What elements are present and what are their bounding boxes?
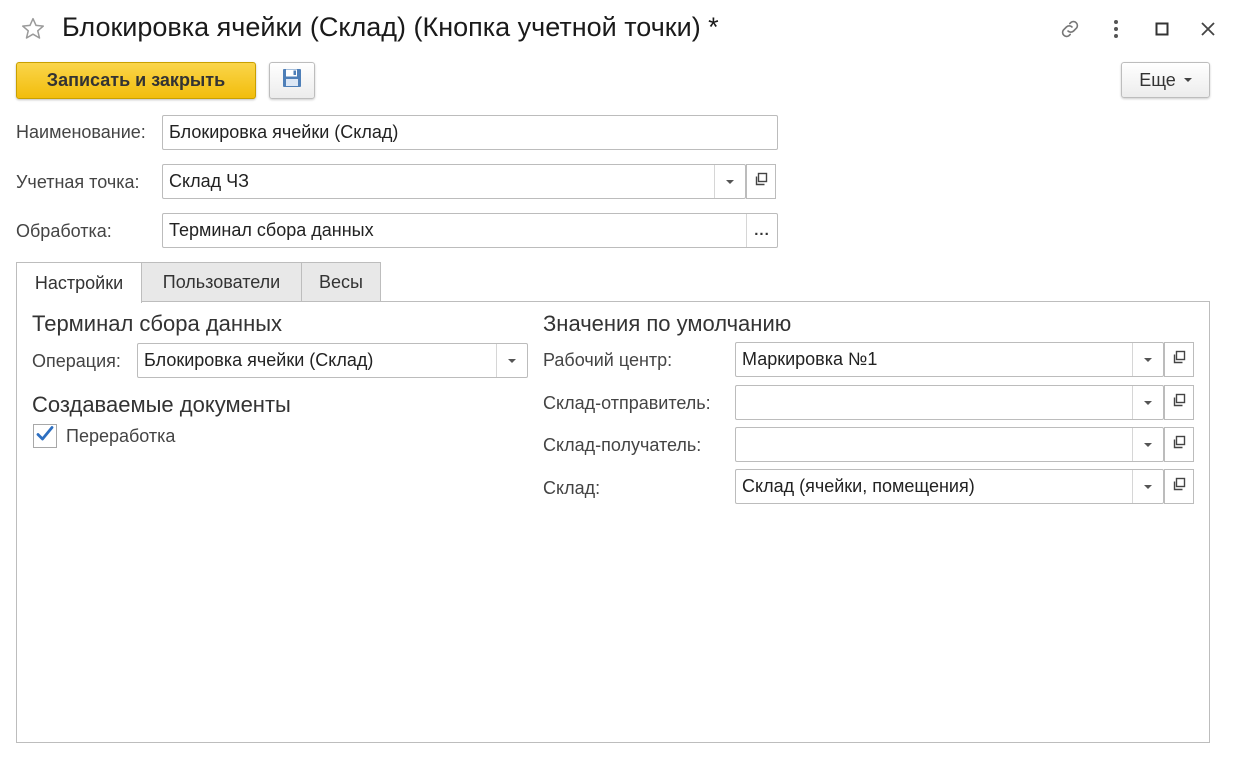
open-window-icon: [1172, 350, 1186, 369]
chevron-down-icon: [1183, 78, 1192, 82]
warehouse-value[interactable]: Склад (ячейки, помещения): [736, 470, 1132, 503]
processing-select-button[interactable]: ...: [746, 214, 777, 247]
sender-value[interactable]: [736, 386, 1132, 419]
operation-field[interactable]: Блокировка ячейки (Склад): [137, 343, 528, 378]
workcenter-label: Рабочий центр:: [543, 350, 673, 370]
workcenter-field[interactable]: Маркировка №1: [735, 342, 1164, 377]
operation-value[interactable]: Блокировка ячейки (Склад): [138, 344, 496, 377]
chevron-down-icon: [726, 179, 734, 184]
open-window-icon: [1172, 477, 1186, 496]
point-field[interactable]: Склад ЧЗ: [162, 164, 746, 199]
chevron-down-icon: [1144, 484, 1152, 489]
warehouse-dropdown-button[interactable]: [1132, 470, 1163, 503]
floppy-disk-icon: [281, 67, 303, 94]
more-label: Еще: [1139, 69, 1176, 90]
terminal-group-title: Терминал сбора данных: [32, 311, 283, 336]
chevron-down-icon: [1144, 442, 1152, 447]
link-icon[interactable]: [1055, 14, 1085, 44]
check-mark-icon: [35, 424, 55, 449]
tab-scales[interactable]: Весы: [301, 262, 381, 301]
chevron-down-icon: [508, 358, 516, 363]
more-vertical-icon[interactable]: [1101, 14, 1131, 44]
warehouse-field[interactable]: Склад (ячейки, помещения): [735, 469, 1164, 504]
sender-label: Склад-отправитель:: [543, 393, 711, 413]
documents-group-title: Создаваемые документы: [32, 392, 291, 417]
point-label: Учетная точка:: [16, 172, 140, 192]
workcenter-value[interactable]: Маркировка №1: [736, 343, 1132, 376]
operation-dropdown-button[interactable]: [496, 344, 527, 377]
open-window-icon: [1172, 393, 1186, 412]
workcenter-open-button[interactable]: [1164, 342, 1194, 377]
warehouse-open-button[interactable]: [1164, 469, 1194, 504]
point-dropdown-button[interactable]: [714, 165, 745, 198]
sender-open-button[interactable]: [1164, 385, 1194, 420]
name-label: Наименование:: [16, 122, 146, 142]
save-and-close-button[interactable]: Записать и закрыть: [16, 62, 256, 99]
maximize-icon[interactable]: [1147, 14, 1177, 44]
processing-field[interactable]: Терминал сбора данных ...: [162, 213, 778, 248]
window-title: Блокировка ячейки (Склад) (Кнопка учетно…: [62, 12, 719, 42]
open-window-icon: [1172, 435, 1186, 454]
workcenter-dropdown-button[interactable]: [1132, 343, 1163, 376]
defaults-group-title: Значения по умолчанию: [543, 311, 792, 336]
receiver-dropdown-button[interactable]: [1132, 428, 1163, 461]
receiver-value[interactable]: [736, 428, 1132, 461]
receiver-field[interactable]: [735, 427, 1164, 462]
chevron-down-icon: [1144, 400, 1152, 405]
point-open-button[interactable]: [746, 164, 776, 199]
processing-value[interactable]: Терминал сбора данных: [163, 214, 746, 247]
warehouse-label: Склад:: [543, 478, 601, 498]
name-value[interactable]: Блокировка ячейки (Склад): [163, 116, 777, 149]
rework-checkbox[interactable]: [33, 424, 57, 448]
processing-label: Обработка:: [16, 221, 112, 241]
chevron-down-icon: [1144, 357, 1152, 362]
operation-label: Операция:: [32, 351, 121, 371]
sender-field[interactable]: [735, 385, 1164, 420]
name-field[interactable]: Блокировка ячейки (Склад): [162, 115, 778, 150]
close-icon[interactable]: [1193, 14, 1223, 44]
receiver-label: Склад-получатель:: [543, 435, 702, 455]
rework-label[interactable]: Переработка: [66, 426, 175, 447]
save-button[interactable]: [269, 62, 315, 99]
open-window-icon: [754, 172, 768, 191]
point-value[interactable]: Склад ЧЗ: [163, 165, 714, 198]
tab-settings[interactable]: Настройки: [16, 262, 142, 303]
tab-users[interactable]: Пользователи: [141, 262, 302, 301]
sender-dropdown-button[interactable]: [1132, 386, 1163, 419]
receiver-open-button[interactable]: [1164, 427, 1194, 462]
favorite-star-icon[interactable]: [20, 16, 46, 42]
more-button[interactable]: Еще: [1121, 62, 1210, 98]
